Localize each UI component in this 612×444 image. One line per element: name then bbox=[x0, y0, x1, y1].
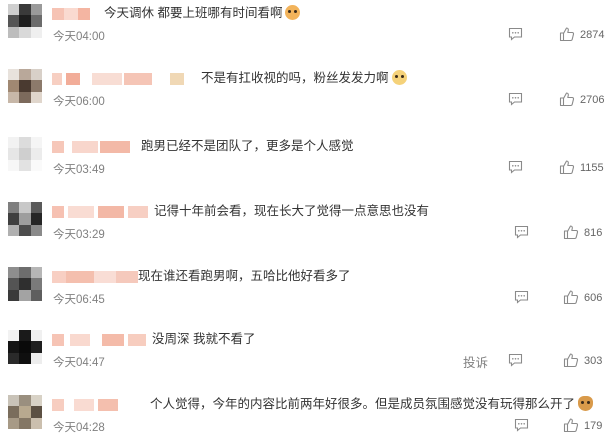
like-count: 2706 bbox=[580, 94, 605, 106]
comment-time: 今天06:45 bbox=[53, 294, 105, 306]
comment-body: 个人觉得，今年的内容比前两年好很多。但是成员氛围感觉没有玩得那么开了 bbox=[150, 397, 576, 411]
like-icon[interactable] bbox=[559, 159, 575, 175]
like-icon[interactable] bbox=[563, 289, 579, 305]
reply-icon[interactable] bbox=[514, 418, 529, 432]
comment-body: 现在谁还看跑男啊，五哈比他好看多了 bbox=[138, 269, 351, 283]
comment-text: 没周深 我就不看了 bbox=[152, 331, 255, 347]
dog-face-emoji-icon bbox=[285, 5, 301, 20]
dog-face-emoji-icon bbox=[391, 70, 407, 85]
comment-time: 今天04:00 bbox=[53, 31, 105, 43]
comment-time: 今天04:47 bbox=[53, 357, 105, 369]
comment-text: 记得十年前会看，现在长大了觉得一点意思也没有 bbox=[154, 203, 429, 219]
like-icon[interactable] bbox=[563, 417, 579, 433]
reply-icon[interactable] bbox=[508, 160, 523, 174]
like-count: 816 bbox=[584, 227, 603, 239]
like-count: 303 bbox=[584, 355, 603, 367]
reply-icon[interactable] bbox=[508, 92, 523, 106]
like-icon[interactable] bbox=[563, 352, 579, 368]
reply-icon[interactable] bbox=[508, 353, 523, 367]
like-icon[interactable] bbox=[563, 224, 579, 240]
comment-text: 现在谁还看跑男啊，五哈比他好看多了 bbox=[138, 268, 351, 284]
comment-body: 不是有扛收视的吗，粉丝发发力啊 bbox=[201, 71, 389, 85]
like-icon[interactable] bbox=[559, 91, 575, 107]
comment-body: 记得十年前会看，现在长大了觉得一点意思也没有 bbox=[154, 204, 430, 218]
like-count: 2874 bbox=[580, 29, 605, 41]
avatar[interactable] bbox=[8, 69, 42, 103]
comment-time: 今天06:00 bbox=[53, 96, 105, 108]
reply-icon[interactable] bbox=[514, 290, 529, 304]
like-count: 179 bbox=[584, 420, 603, 432]
comment-body: 跑男已经不是团队了，更多是个人感觉 bbox=[141, 139, 354, 153]
comment-body: 没周深 我就不看了 bbox=[152, 332, 256, 346]
like-count: 606 bbox=[584, 292, 603, 304]
comment-text: 跑男已经不是团队了，更多是个人感觉 bbox=[141, 138, 354, 154]
avatar[interactable] bbox=[8, 330, 42, 364]
comment-text: 个人觉得，今年的内容比前两年好很多。但是成员氛围感觉没有玩得那么开了 bbox=[150, 396, 594, 412]
comment-time: 今天03:29 bbox=[53, 229, 105, 241]
avatar[interactable] bbox=[8, 4, 42, 38]
avatar[interactable] bbox=[8, 267, 42, 301]
comment-text: 不是有扛收视的吗，粉丝发发力啊 bbox=[201, 70, 407, 86]
like-count: 1155 bbox=[580, 162, 604, 174]
reply-icon[interactable] bbox=[508, 27, 523, 41]
report-link[interactable]: 投诉 bbox=[463, 352, 488, 371]
like-icon[interactable] bbox=[559, 26, 575, 42]
comment-text: 今天调休 都要上班哪有时间看啊 bbox=[104, 5, 301, 21]
comment-body: 今天调休 都要上班哪有时间看啊 bbox=[104, 6, 283, 20]
avatar[interactable] bbox=[8, 137, 42, 171]
doge-emoji-icon bbox=[578, 396, 594, 411]
comment-time: 今天03:49 bbox=[53, 164, 105, 176]
avatar[interactable] bbox=[8, 395, 42, 429]
avatar[interactable] bbox=[8, 202, 42, 236]
reply-icon[interactable] bbox=[514, 225, 529, 239]
comment-time: 今天04:28 bbox=[53, 422, 105, 434]
